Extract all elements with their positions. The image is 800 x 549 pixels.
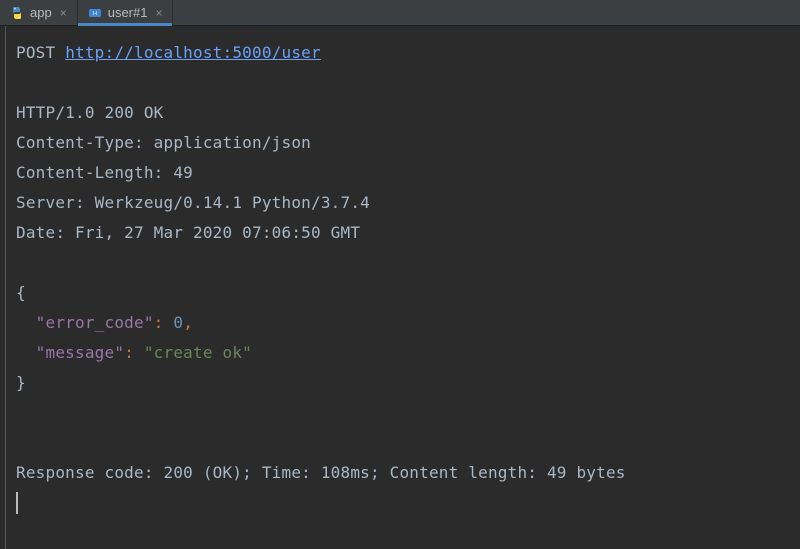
json-open: { bbox=[16, 278, 792, 308]
blank-line bbox=[16, 428, 792, 458]
blank-line bbox=[16, 68, 792, 98]
blank-line bbox=[16, 248, 792, 278]
header-content-type: Content-Type: application/json bbox=[16, 128, 792, 158]
tab-label: user#1 bbox=[108, 5, 148, 20]
tab-bar: app × H user#1 × bbox=[0, 0, 800, 26]
json-close: } bbox=[16, 368, 792, 398]
request-url[interactable]: http://localhost:5000/user bbox=[65, 43, 321, 62]
tab-app[interactable]: app × bbox=[0, 0, 78, 25]
tab-user1[interactable]: H user#1 × bbox=[78, 0, 174, 25]
cursor-line bbox=[16, 488, 792, 518]
http-icon: H bbox=[88, 6, 102, 20]
caret-icon bbox=[16, 492, 18, 514]
header-date: Date: Fri, 27 Mar 2020 07:06:50 GMT bbox=[16, 218, 792, 248]
header-server: Server: Werkzeug/0.14.1 Python/3.7.4 bbox=[16, 188, 792, 218]
close-icon[interactable]: × bbox=[60, 6, 67, 20]
response-summary: Response code: 200 (OK); Time: 108ms; Co… bbox=[16, 458, 792, 488]
request-line: POST http://localhost:5000/user bbox=[16, 38, 792, 68]
blank-line bbox=[16, 398, 792, 428]
tab-label: app bbox=[30, 5, 52, 20]
editor-pane[interactable]: POST http://localhost:5000/user HTTP/1.0… bbox=[0, 26, 800, 530]
header-content-length: Content-Length: 49 bbox=[16, 158, 792, 188]
status-line: HTTP/1.0 200 OK bbox=[16, 98, 792, 128]
json-line-error-code: "error_code": 0, bbox=[16, 308, 792, 338]
json-line-message: "message": "create ok" bbox=[16, 338, 792, 368]
svg-text:H: H bbox=[93, 11, 97, 17]
http-method: POST bbox=[16, 43, 55, 62]
gutter bbox=[0, 26, 6, 549]
close-icon[interactable]: × bbox=[155, 6, 162, 20]
python-icon bbox=[10, 6, 24, 20]
